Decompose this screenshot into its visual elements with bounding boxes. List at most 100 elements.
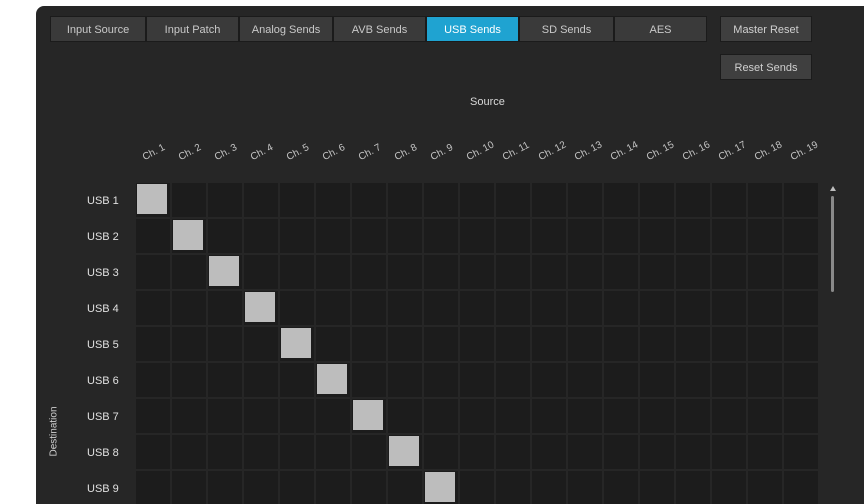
matrix-cell[interactable]	[568, 363, 602, 397]
matrix-cell[interactable]	[388, 435, 422, 469]
matrix-cell[interactable]	[784, 183, 818, 217]
matrix-cell[interactable]	[676, 183, 710, 217]
matrix-cell[interactable]	[748, 291, 782, 325]
matrix-cell[interactable]	[604, 435, 638, 469]
matrix-cell[interactable]	[496, 219, 530, 253]
matrix-cell[interactable]	[496, 327, 530, 361]
matrix-cell[interactable]	[640, 327, 674, 361]
matrix-cell[interactable]	[784, 219, 818, 253]
matrix-cell[interactable]	[208, 219, 242, 253]
matrix-cell[interactable]	[208, 363, 242, 397]
matrix-cell[interactable]	[712, 219, 746, 253]
matrix-cell[interactable]	[352, 471, 386, 504]
matrix-cell[interactable]	[244, 471, 278, 504]
matrix-cell[interactable]	[244, 255, 278, 289]
matrix-cell[interactable]	[280, 255, 314, 289]
matrix-cell[interactable]	[784, 471, 818, 504]
matrix-cell[interactable]	[604, 327, 638, 361]
matrix-cell[interactable]	[352, 327, 386, 361]
matrix-cell[interactable]	[244, 219, 278, 253]
matrix-cell[interactable]	[496, 183, 530, 217]
matrix-cell[interactable]	[280, 183, 314, 217]
matrix-cell[interactable]	[604, 291, 638, 325]
matrix-cell[interactable]	[496, 363, 530, 397]
matrix-cell[interactable]	[136, 327, 170, 361]
matrix-cell[interactable]	[316, 399, 350, 433]
matrix-cell[interactable]	[640, 183, 674, 217]
matrix-cell[interactable]	[568, 183, 602, 217]
matrix-cell[interactable]	[640, 363, 674, 397]
matrix-cell[interactable]	[532, 255, 566, 289]
matrix-cell[interactable]	[424, 219, 458, 253]
matrix-cell[interactable]	[388, 255, 422, 289]
matrix-cell[interactable]	[460, 399, 494, 433]
matrix-cell[interactable]	[352, 183, 386, 217]
vertical-scrollbar[interactable]	[830, 186, 838, 504]
matrix-cell[interactable]	[604, 399, 638, 433]
matrix-cell[interactable]	[424, 435, 458, 469]
matrix-cell[interactable]	[316, 291, 350, 325]
matrix-cell[interactable]	[424, 255, 458, 289]
matrix-cell[interactable]	[244, 327, 278, 361]
matrix-cell[interactable]	[532, 219, 566, 253]
matrix-cell[interactable]	[748, 399, 782, 433]
scroll-thumb[interactable]	[831, 196, 834, 292]
matrix-cell[interactable]	[424, 327, 458, 361]
matrix-cell[interactable]	[172, 435, 206, 469]
matrix-cell[interactable]	[280, 435, 314, 469]
matrix-cell[interactable]	[244, 291, 278, 325]
matrix-cell[interactable]	[244, 363, 278, 397]
matrix-cell[interactable]	[208, 435, 242, 469]
matrix-cell[interactable]	[640, 291, 674, 325]
matrix-cell[interactable]	[316, 363, 350, 397]
matrix-cell[interactable]	[208, 291, 242, 325]
matrix-cell[interactable]	[136, 291, 170, 325]
matrix-cell[interactable]	[712, 183, 746, 217]
matrix-cell[interactable]	[208, 327, 242, 361]
matrix-cell[interactable]	[316, 219, 350, 253]
matrix-cell[interactable]	[532, 291, 566, 325]
matrix-cell[interactable]	[388, 363, 422, 397]
matrix-cell[interactable]	[748, 435, 782, 469]
matrix-cell[interactable]	[748, 327, 782, 361]
matrix-cell[interactable]	[208, 471, 242, 504]
matrix-cell[interactable]	[676, 435, 710, 469]
matrix-cell[interactable]	[460, 219, 494, 253]
matrix-cell[interactable]	[172, 255, 206, 289]
matrix-cell[interactable]	[460, 183, 494, 217]
matrix-cell[interactable]	[568, 399, 602, 433]
matrix-cell[interactable]	[172, 363, 206, 397]
matrix-cell[interactable]	[424, 291, 458, 325]
matrix-cell[interactable]	[712, 399, 746, 433]
matrix-cell[interactable]	[748, 255, 782, 289]
matrix-cell[interactable]	[352, 399, 386, 433]
matrix-cell[interactable]	[352, 291, 386, 325]
matrix-cell[interactable]	[640, 435, 674, 469]
matrix-cell[interactable]	[604, 255, 638, 289]
matrix-cell[interactable]	[316, 255, 350, 289]
matrix-cell[interactable]	[496, 255, 530, 289]
matrix-cell[interactable]	[388, 183, 422, 217]
matrix-cell[interactable]	[280, 327, 314, 361]
matrix-cell[interactable]	[784, 399, 818, 433]
matrix-cell[interactable]	[712, 363, 746, 397]
matrix-cell[interactable]	[748, 219, 782, 253]
matrix-cell[interactable]	[208, 255, 242, 289]
matrix-cell[interactable]	[352, 363, 386, 397]
matrix-cell[interactable]	[712, 291, 746, 325]
matrix-cell[interactable]	[352, 435, 386, 469]
matrix-cell[interactable]	[316, 435, 350, 469]
matrix-cell[interactable]	[460, 471, 494, 504]
matrix-cell[interactable]	[136, 255, 170, 289]
matrix-cell[interactable]	[532, 183, 566, 217]
matrix-cell[interactable]	[424, 363, 458, 397]
matrix-cell[interactable]	[352, 219, 386, 253]
matrix-cell[interactable]	[676, 291, 710, 325]
matrix-cell[interactable]	[712, 327, 746, 361]
matrix-cell[interactable]	[172, 327, 206, 361]
matrix-cell[interactable]	[388, 471, 422, 504]
matrix-cell[interactable]	[532, 363, 566, 397]
matrix-cell[interactable]	[280, 363, 314, 397]
matrix-cell[interactable]	[280, 291, 314, 325]
matrix-cell[interactable]	[280, 219, 314, 253]
